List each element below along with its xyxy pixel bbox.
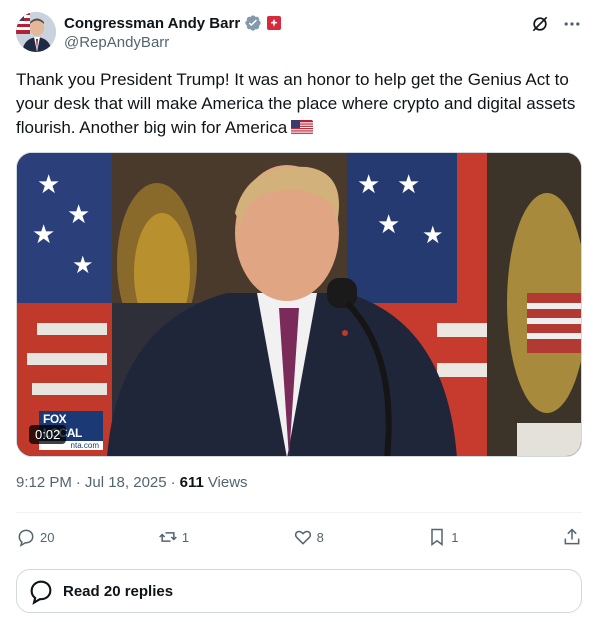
bookmark-icon [431,528,444,546]
svg-text:★: ★ [397,170,420,200]
repost-count: 1 [181,529,190,545]
tweet-time[interactable]: 9:12 PM [16,474,72,491]
heart-icon [294,530,311,545]
more-icon[interactable] [562,14,582,34]
divider-top [16,512,582,513]
repost-icon [159,532,177,542]
svg-text:★: ★ [422,221,444,249]
affiliation-badge-icon[interactable] [266,15,282,31]
tweet-meta: 9:12 PM · Jul 18, 2025 · 611 Views [16,474,248,491]
author-display-name[interactable]: Congressman Andy Barr [64,15,240,32]
bookmark-button[interactable]: 1 [427,527,459,547]
author-handle[interactable]: @RepAndyBarr [64,34,169,51]
like-button[interactable]: 8 [293,527,324,547]
share-icon [564,528,580,545]
verified-badge-icon[interactable] [244,14,262,32]
us-flag-emoji: 🇺🇸 [291,118,314,142]
bookmark-count: 1 [451,529,459,545]
top-actions [530,14,582,34]
action-bar: 20 1 8 1 [16,522,582,552]
video-duration: 0:02 [29,425,67,444]
tweet-header: Congressman Andy Barr @RepAndyBarr [16,12,582,56]
meta-separator: · [75,474,81,491]
video-player[interactable]: ★ ★ ★ ★ ★ ★ ★ ★ FOX LOCAL [16,152,582,457]
repost-button[interactable]: 1 [158,527,189,547]
speech-bubble-icon [30,580,52,605]
svg-text:★: ★ [67,200,90,230]
tweet-text: Thank you President Trump! It was an hon… [16,68,582,142]
svg-text:★: ★ [32,220,55,250]
svg-text:★: ★ [357,170,380,200]
like-count: 8 [316,529,324,545]
views-label: Views [207,474,248,491]
author-name-row: Congressman Andy Barr [64,13,282,33]
meta-separator-2: · [170,474,176,491]
share-button[interactable] [562,527,582,547]
svg-text:★: ★ [377,210,400,240]
tweet-date[interactable]: Jul 18, 2025 [85,474,167,491]
reply-count: 20 [40,529,55,545]
views-count: 611 [179,474,204,491]
read-replies-button[interactable]: Read 20 replies [16,569,582,613]
reply-icon [18,529,34,547]
read-replies-label: Read 20 replies [63,582,174,600]
grok-icon[interactable] [530,14,550,34]
svg-text:★: ★ [37,170,60,200]
svg-text:★: ★ [72,251,94,279]
reply-button[interactable]: 20 [16,527,54,547]
author-avatar[interactable] [16,12,56,52]
